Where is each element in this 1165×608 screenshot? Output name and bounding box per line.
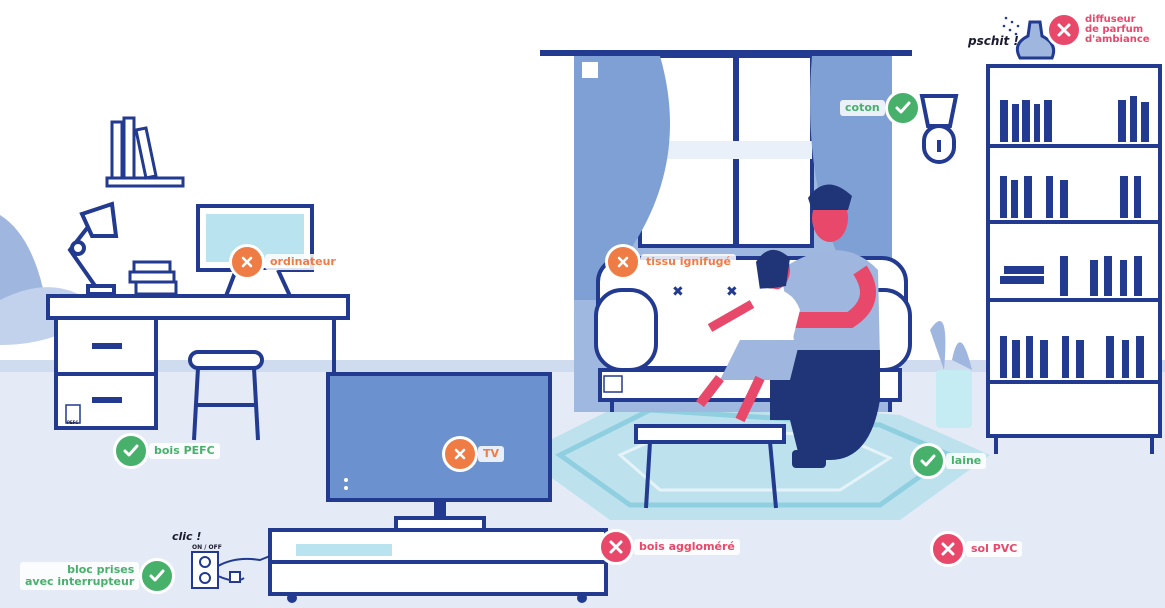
badge-label: bloc prises avec interrupteur xyxy=(20,562,140,590)
cross-icon xyxy=(598,529,634,565)
on-off-label: ON / OFF xyxy=(192,544,222,551)
badge-tv[interactable]: TV xyxy=(442,436,505,472)
cross-icon xyxy=(1046,12,1082,48)
svg-text:✖: ✖ xyxy=(726,284,738,300)
wall-lamp xyxy=(919,94,959,164)
badge-label: laine xyxy=(946,453,987,469)
cross-icon xyxy=(442,436,478,472)
badge-bois-agglomere[interactable]: bois aggloméré xyxy=(598,529,740,565)
svg-text:✖: ✖ xyxy=(672,284,684,300)
clic-text: clic ! xyxy=(172,530,202,543)
badge-diffuseur[interactable]: diffuseur de parfum d'ambiance xyxy=(1046,12,1153,48)
badge-laine[interactable]: laine xyxy=(910,443,987,479)
badge-label: coton xyxy=(840,100,885,116)
cross-icon xyxy=(605,244,641,280)
tv-cabinet xyxy=(268,528,608,603)
badge-bois-pefc[interactable]: bois PEFC xyxy=(113,433,220,469)
cross-icon xyxy=(229,244,265,280)
living-room-scene: ✖ ✖ diffuseur de parfum d'ambiance coton… xyxy=(0,0,1165,608)
check-icon xyxy=(910,443,946,479)
pefc-logo: PEFC xyxy=(67,420,79,425)
books-stack xyxy=(128,260,178,296)
badge-coton[interactable]: coton xyxy=(840,90,921,126)
badge-ordinateur[interactable]: ordinateur xyxy=(229,244,341,280)
badge-label: tissu ignifugé xyxy=(641,254,736,270)
badge-label: bois aggloméré xyxy=(634,539,740,555)
badge-label: TV xyxy=(478,446,505,462)
badge-tissu-ignifuge[interactable]: tissu ignifugé xyxy=(605,244,736,280)
badge-label: diffuseur de parfum d'ambiance xyxy=(1085,14,1150,45)
badge-label: bois PEFC xyxy=(149,443,220,459)
badge-sol-pvc[interactable]: sol PVC xyxy=(930,531,1023,567)
badge-label: ordinateur xyxy=(265,254,341,270)
cross-icon xyxy=(930,531,966,567)
check-icon xyxy=(139,558,176,594)
badge-label: sol PVC xyxy=(966,541,1023,557)
pschit-text: pschit ! xyxy=(968,34,1019,48)
check-icon xyxy=(884,90,921,126)
check-icon xyxy=(113,433,149,469)
badge-bloc-prises[interactable]: bloc prises avec interrupteur xyxy=(20,558,176,594)
room-illustration: ✖ ✖ xyxy=(0,0,1165,608)
